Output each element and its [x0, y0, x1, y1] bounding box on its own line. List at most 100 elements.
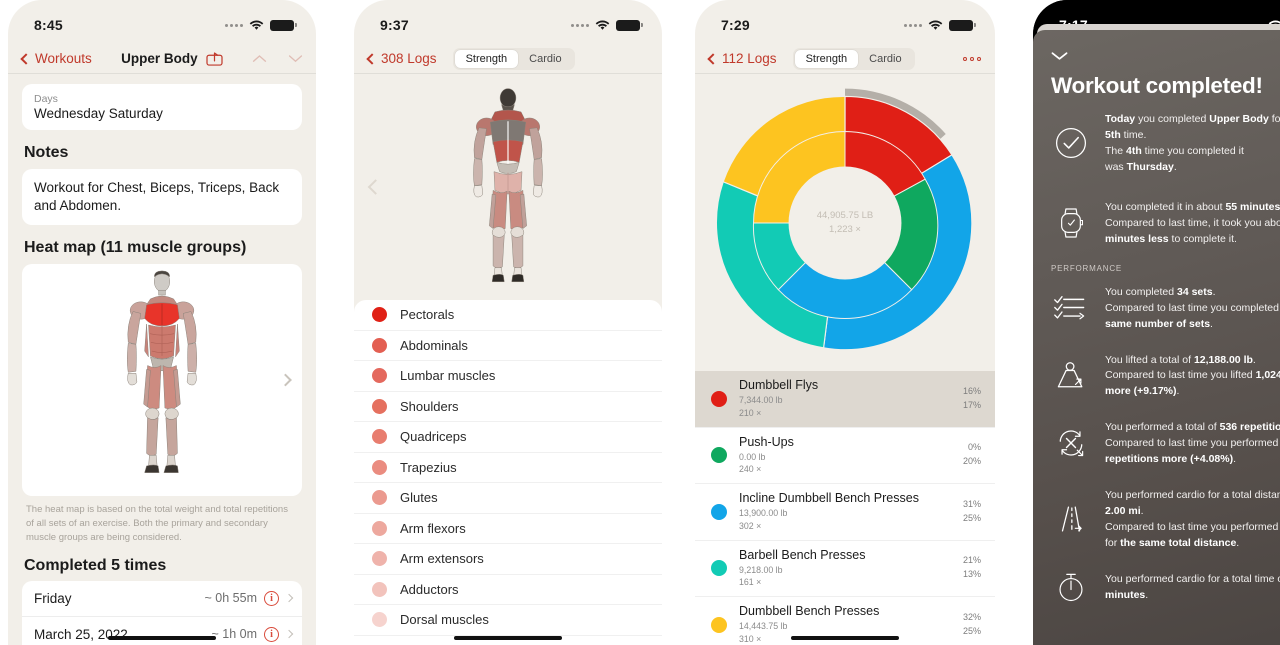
color-dot	[372, 520, 387, 536]
list-item[interactable]: Trapezius	[354, 453, 662, 483]
notes-card[interactable]: Workout for Chest, Biceps, Triceps, Back…	[22, 169, 302, 226]
muscle-label: Arm flexors	[400, 520, 466, 536]
info-icon[interactable]: i	[264, 626, 279, 642]
tab-cardio[interactable]: Cardio	[858, 50, 912, 68]
exercise-reps: 210 ×	[739, 407, 762, 418]
exercise-reps: 302 ×	[739, 520, 762, 531]
color-dot	[711, 447, 727, 464]
exercise-reps-pct: 17%	[962, 399, 981, 410]
back-button-workouts[interactable]: Workouts	[20, 51, 92, 66]
stopwatch-icon	[1051, 570, 1091, 604]
back-button-logs[interactable]: 112 Logs	[707, 51, 777, 66]
list-item[interactable]: Adductors	[354, 575, 662, 605]
color-dot	[711, 390, 727, 407]
list-item[interactable]: Glutes	[354, 483, 662, 514]
more-options-icon[interactable]	[963, 56, 981, 61]
heatmap-caption: The heat map is based on the total weigh…	[26, 504, 288, 543]
muscle-body: Pectorals Abdominals Lumbar muscles Shou…	[354, 74, 662, 645]
tab-strength[interactable]: Strength	[794, 49, 859, 68]
phone-workout-completed: 7:17	[1033, 0, 1280, 645]
list-item[interactable]: Abdominals	[354, 331, 662, 361]
heatmap-body-front-image	[127, 271, 197, 474]
nav-bar: 308 Logs Strength Cardio	[354, 44, 662, 74]
battery-icon	[270, 19, 297, 31]
chevron-up-icon[interactable]	[252, 54, 267, 63]
weight-icon	[1051, 351, 1091, 401]
exercise-list: Dumbbell Flys 7,344.00 lb 210 × 16% 17% …	[695, 371, 995, 645]
signal-dots-icon	[904, 23, 922, 27]
tab-cardio[interactable]: Cardio	[518, 50, 572, 68]
page-title: Upper Body	[121, 51, 198, 66]
exercise-weight: 0.00 lb	[739, 451, 766, 462]
donut-chart[interactable]: 44,905.75 LB 1,223 ×	[695, 74, 995, 371]
list-item[interactable]: March 25, 2022 ~ 1h 0m i	[22, 617, 302, 645]
collapse-chevron-down-icon[interactable]	[1051, 51, 1068, 60]
chevron-right-icon	[284, 593, 294, 603]
color-dot	[711, 616, 727, 633]
table-row[interactable]: Barbell Bench Presses 9,218.00 lb 161 × …	[695, 541, 995, 597]
back-label: 112 Logs	[722, 51, 777, 66]
check-circle-icon	[1051, 110, 1091, 176]
list-item[interactable]: Arm extensors	[354, 544, 662, 575]
exercise-reps: 240 ×	[739, 464, 762, 475]
back-button-logs[interactable]: 308 Logs	[366, 51, 437, 66]
nav-bar: Workouts Upper Body	[8, 44, 316, 74]
muscle-group-list: Pectorals Abdominals Lumbar muscles Shou…	[354, 300, 662, 645]
muscle-label: Trapezius	[400, 459, 457, 475]
color-dot	[372, 398, 387, 414]
home-indicator	[454, 636, 562, 640]
color-dot	[711, 560, 727, 577]
table-row[interactable]: Dumbbell Flys 7,344.00 lb 210 × 16% 17%	[695, 371, 995, 428]
info-icon[interactable]: i	[264, 590, 279, 606]
exercise-weight-pct: 21%	[962, 555, 981, 566]
list-item[interactable]: Arm flexors	[354, 514, 662, 544]
tab-strength[interactable]: Strength	[454, 49, 519, 68]
watch-icon	[1051, 198, 1091, 248]
share-icon[interactable]	[206, 51, 223, 66]
exercise-reps-pct: 25%	[962, 512, 981, 523]
days-field[interactable]: Days Wednesday Saturday	[22, 84, 302, 130]
screenshot-stage: 8:45 Workouts Upper Body Days Wednesday …	[0, 0, 1280, 645]
status-time: 7:29	[721, 17, 750, 33]
nav-bar: 112 Logs Strength Cardio	[695, 44, 995, 74]
list-item[interactable]: Friday ~ 0h 55m i	[22, 581, 302, 617]
color-dot	[372, 612, 387, 628]
table-row[interactable]: Push-Ups 0.00 lb 240 × 0% 20%	[695, 428, 995, 484]
exercise-weight: 9,218.00 lb	[739, 564, 783, 575]
donut-center-label: 44,905.75 LB 1,223 ×	[817, 208, 874, 237]
muscle-label: Arm extensors	[400, 551, 484, 567]
chevron-down-icon[interactable]	[288, 54, 303, 63]
summary-item: You completed it in about 55 minutes. Co…	[1033, 176, 1280, 248]
heatmap-card[interactable]	[22, 264, 302, 497]
exercise-name: Push-Ups	[739, 434, 794, 449]
exercise-reps-pct: 25%	[962, 625, 981, 636]
chevron-left-icon	[20, 52, 32, 65]
segmented-control[interactable]: Strength Cardio	[792, 47, 915, 70]
list-item[interactable]: Pectorals	[354, 300, 662, 331]
list-item[interactable]: Shoulders	[354, 392, 662, 422]
exercise-weight: 13,900.00 lb	[739, 508, 788, 518]
exercise-reps: 161 ×	[739, 577, 762, 588]
completed-label: Friday	[34, 590, 72, 606]
exercise-name: Dumbbell Flys	[739, 378, 819, 392]
chevron-left-icon	[707, 52, 719, 65]
completed-duration: ~ 0h 55m	[204, 591, 257, 606]
days-label: Days	[34, 93, 58, 105]
table-row[interactable]: Incline Dumbbell Bench Presses 13,900.00…	[695, 484, 995, 541]
status-bar: 9:37	[354, 0, 662, 44]
muscle-label: Shoulders	[400, 398, 459, 414]
exercise-weight: 14,443.75 lb	[739, 621, 788, 631]
chevron-left-icon[interactable]	[367, 179, 384, 195]
body-figure-area[interactable]	[354, 74, 662, 300]
list-item[interactable]: Dorsal muscles	[354, 605, 662, 636]
body-back-image	[473, 87, 543, 282]
performance-text-1: You completed 34 sets. Compared to last t…	[1105, 285, 1280, 330]
heatmap-next-icon[interactable]	[279, 374, 292, 387]
list-item[interactable]: Lumbar muscles	[354, 361, 662, 392]
battery-icon	[616, 19, 643, 31]
performance-item: You performed a total of 536 repetitions…	[1033, 400, 1280, 468]
list-item[interactable]: Quadriceps	[354, 422, 662, 453]
segmented-control[interactable]: Strength Cardio	[452, 47, 575, 70]
workout-detail-body: Days Wednesday Saturday Notes Workout fo…	[8, 74, 316, 645]
summary-text-2: You completed it in about 55 minutes. Co…	[1105, 200, 1280, 245]
